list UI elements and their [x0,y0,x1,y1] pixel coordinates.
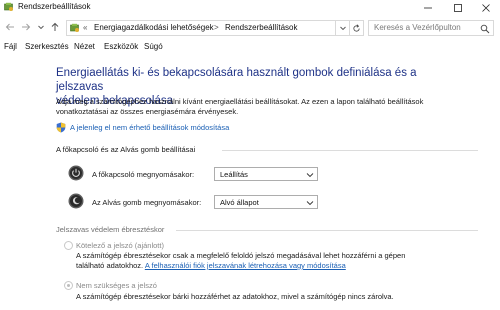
chevron-down-icon [339,26,346,31]
power-button-action-value: Leállítás [220,170,248,179]
maximize-button[interactable] [444,0,472,15]
sleep-button-icon [68,193,84,209]
close-button[interactable] [472,0,500,15]
navigation-bar: « Energiagazdálkodási lehetőségek > Rend… [0,17,500,39]
search-placeholder: Keresés a Vezérlőpulton [374,23,461,32]
power-button-action-select[interactable]: Leállítás [214,167,318,181]
forward-arrow-icon [22,23,31,31]
breadcrumb-power-options[interactable]: Energiagazdálkodási lehetőségek [94,23,214,32]
minimize-button[interactable] [414,0,442,15]
close-icon [482,3,490,12]
maximize-icon [454,3,462,12]
forward-button[interactable] [20,21,32,33]
title-bar: Rendszerbeállítások [0,0,500,15]
password-section-title: Jelszavas védelem ébresztéskor [56,225,165,234]
breadcrumb-separator[interactable]: > [214,23,219,32]
sleep-button-action-value: Alvó állapot [220,198,259,207]
menu-help[interactable]: Súgó [144,42,163,51]
menu-edit[interactable]: Szerkesztés [25,42,69,51]
chevron-down-icon [306,201,314,206]
back-arrow-icon [5,23,14,31]
page-description: Adja meg a számítógéphez használni kíván… [56,97,466,117]
sleep-button-label: Az Alvás gomb megnyomásakor: [92,198,202,207]
sleep-button-action-select[interactable]: Alvó állapot [214,195,318,209]
buttons-section-title: A főkapcsoló és az Alvás gomb beállítása… [56,145,196,154]
description-line1: Adja meg a számítógéphez használni kíván… [56,97,424,106]
address-dropdown-button[interactable] [336,20,350,36]
shield-icon [56,122,66,133]
no-password-description: A számítógép ébresztésekor bárki hozzáfé… [76,292,394,301]
window-title: Rendszerbeállítások [18,2,91,11]
require-password-radio[interactable] [64,241,73,250]
radio-selected-dot [67,284,70,287]
up-button[interactable] [49,21,61,33]
back-button[interactable] [4,21,16,33]
breadcrumb-overflow[interactable]: « [83,23,87,32]
power-button-label: A főkapcsoló megnyomásakor: [92,170,195,179]
control-panel-icon [4,2,13,11]
menu-bar: Fájl Szerkesztés Nézet Eszközök Súgó [0,40,500,54]
refresh-icon [353,23,360,32]
breadcrumb-system-settings[interactable]: Rendszerbeállítások [225,23,297,32]
menu-view[interactable]: Nézet [74,42,95,51]
no-password-radio[interactable] [64,281,73,290]
address-bar[interactable]: « Energiagazdálkodási lehetőségek > Rend… [66,20,336,36]
search-input[interactable]: Keresés a Vezérlőpulton [368,20,494,36]
recent-locations-button[interactable] [35,21,47,33]
require-password-desc-line1: A számítógép ébresztésekor csak a megfel… [76,251,406,260]
require-password-desc-prefix: található adatokhoz. [76,261,145,270]
menu-file[interactable]: Fájl [4,42,17,51]
page-title-line1: Energiaellátás ki- és bekapcsolására has… [56,67,417,93]
require-password-description: A számítógép ébresztésekor csak a megfel… [76,251,476,271]
search-icon[interactable] [480,24,490,34]
up-arrow-icon [51,22,59,31]
section-divider [222,150,478,151]
change-unavailable-settings-link[interactable]: A jelenleg el nem érhető beállítások mód… [56,122,316,134]
no-password-label: Nem szükséges a jelszó [76,281,157,290]
menu-tools[interactable]: Eszközök [104,42,138,51]
refresh-button[interactable] [350,20,364,36]
control-panel-icon [70,23,79,32]
minimize-icon [424,7,432,8]
require-password-label: Kötelező a jelszó (ajánlott) [76,241,164,250]
chevron-down-icon [306,173,314,178]
description-line2: vonatkoztatásai az összes energiasémára … [56,107,239,116]
section-divider [176,230,478,231]
power-button-icon [68,165,84,181]
change-account-password-link[interactable]: A felhasználói fiók jelszavának létrehoz… [145,261,346,270]
require-password-desc-line2: található adatokhoz. A felhasználói fiók… [76,261,476,271]
change-settings-link-text[interactable]: A jelenleg el nem érhető beállítások mód… [70,123,229,132]
chevron-down-icon [38,25,44,30]
